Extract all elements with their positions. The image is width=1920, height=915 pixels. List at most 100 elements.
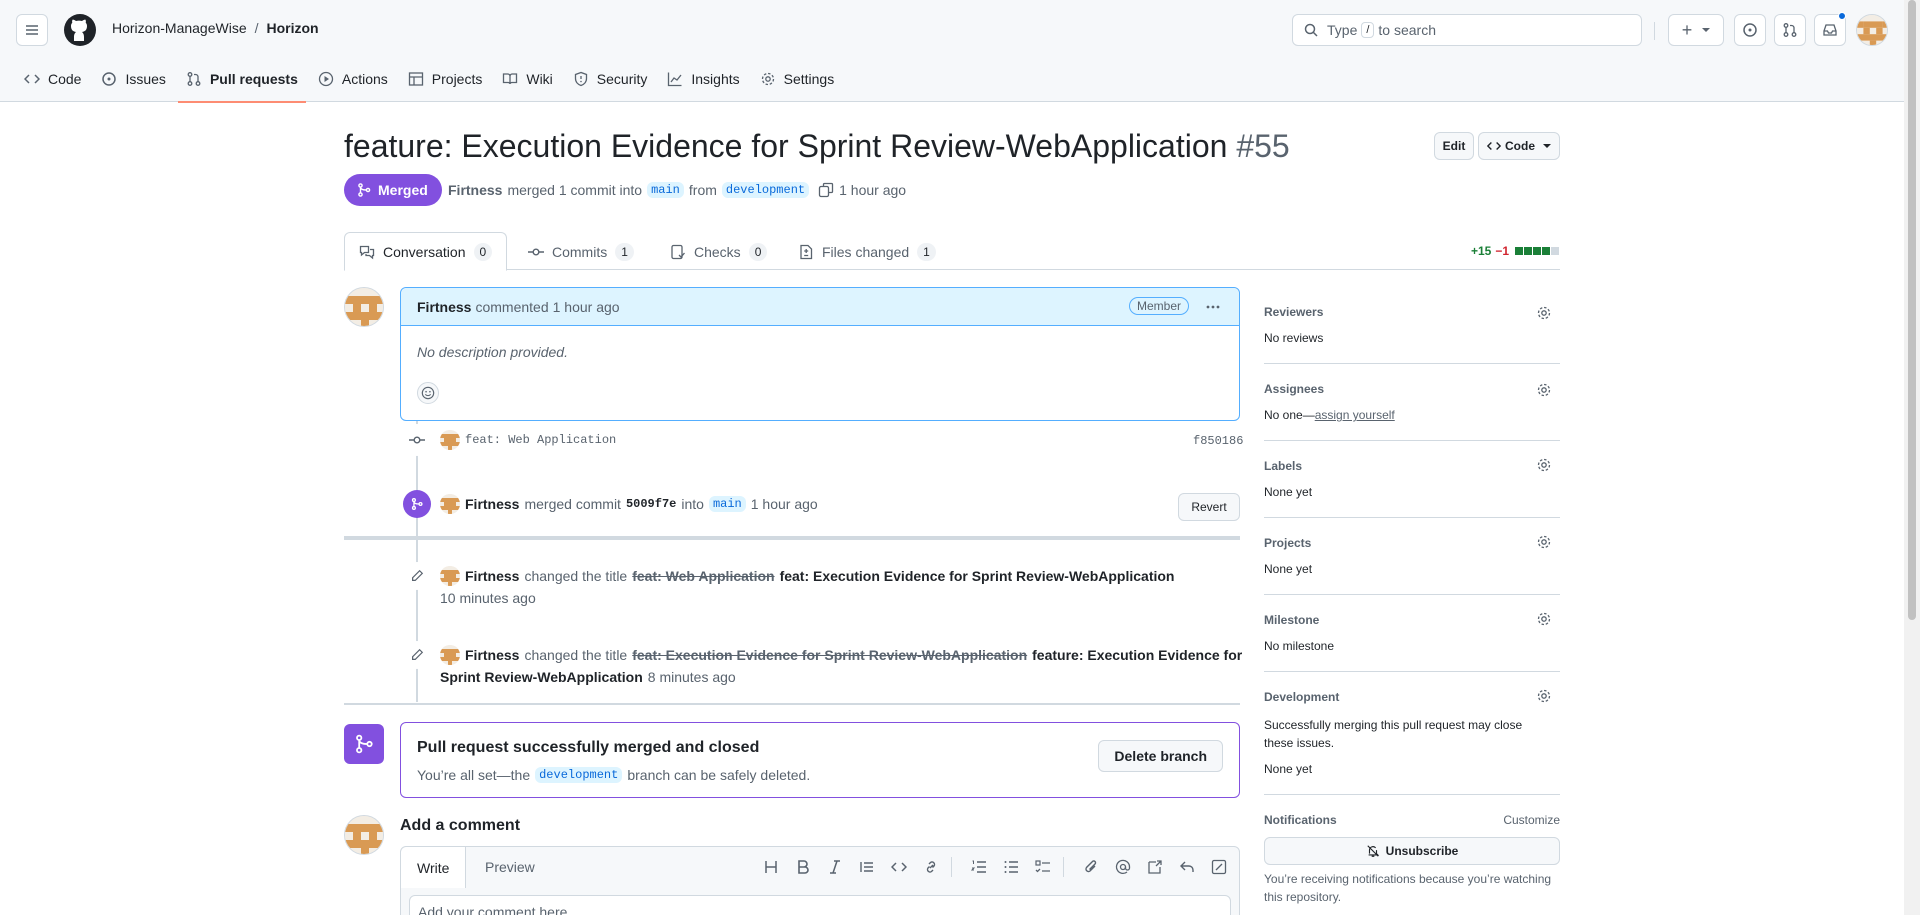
- nav-wiki[interactable]: Wiki: [494, 64, 560, 94]
- comment-author-avatar[interactable]: [344, 287, 384, 327]
- comment-discussion-icon: [359, 245, 375, 259]
- labels-heading[interactable]: Labels: [1264, 459, 1302, 473]
- gear-icon[interactable]: [1536, 457, 1552, 473]
- diff-stat[interactable]: +15 −1: [1471, 244, 1560, 258]
- merge-time[interactable]: 1 hour ago: [751, 496, 818, 512]
- comment-textarea[interactable]: Add your comment here...: [409, 895, 1231, 915]
- smiley-icon: [421, 386, 435, 400]
- gear-icon[interactable]: [1536, 534, 1552, 550]
- delete-branch-button[interactable]: Delete branch: [1098, 740, 1223, 772]
- commit-author-avatar[interactable]: [440, 430, 460, 450]
- kebab-horizontal-icon[interactable]: [1205, 299, 1221, 315]
- write-tab[interactable]: Write: [401, 847, 467, 888]
- base-branch[interactable]: main: [647, 182, 684, 198]
- add-reaction-button[interactable]: [417, 382, 439, 404]
- scrollbar-thumb[interactable]: [1908, 0, 1916, 620]
- ordered-list-icon[interactable]: [971, 859, 987, 875]
- projects-heading[interactable]: Projects: [1264, 536, 1311, 550]
- merge-branch[interactable]: main: [708, 496, 746, 512]
- file-diff-icon: [800, 244, 813, 259]
- nav-pull-requests[interactable]: Pull requests: [177, 64, 306, 103]
- bold-icon[interactable]: [795, 859, 811, 875]
- rename-author-avatar[interactable]: [440, 566, 460, 586]
- diff-blocks: [1515, 247, 1560, 255]
- tab-conversation[interactable]: Conversation 0: [344, 232, 508, 271]
- unordered-list-icon[interactable]: [1003, 859, 1019, 875]
- page-scrollbar[interactable]: [1904, 0, 1920, 915]
- milestone-heading[interactable]: Milestone: [1264, 613, 1319, 627]
- code-icon[interactable]: [891, 859, 907, 875]
- identicon-icon: [440, 645, 460, 665]
- rename-author[interactable]: Firtness: [465, 568, 519, 584]
- nav-settings[interactable]: Settings: [752, 64, 843, 94]
- development-value: None yet: [1264, 762, 1313, 776]
- hamburger-menu-button[interactable]: [16, 14, 48, 46]
- development-heading[interactable]: Development: [1264, 690, 1339, 704]
- nav-actions[interactable]: Actions: [310, 64, 396, 94]
- assignees-none: No one—: [1264, 408, 1315, 422]
- tab-commits[interactable]: Commits 1: [514, 232, 648, 271]
- quote-icon[interactable]: [859, 859, 875, 875]
- additions-count: +15: [1470, 244, 1492, 258]
- current-user-avatar[interactable]: [344, 815, 384, 855]
- commit-message-link[interactable]: feat: Web Application: [465, 433, 616, 447]
- fullscreen-icon[interactable]: [1211, 859, 1227, 875]
- italic-icon[interactable]: [827, 859, 843, 875]
- nav-code[interactable]: Code: [16, 64, 89, 94]
- edit-title-button[interactable]: Edit: [1434, 132, 1474, 160]
- merged-branch[interactable]: development: [535, 767, 623, 783]
- comment-time[interactable]: 1 hour ago: [553, 299, 620, 315]
- repo-owner-link[interactable]: Horizon-ManageWise: [112, 20, 247, 36]
- rename-author-avatar[interactable]: [440, 645, 460, 665]
- commit-sha-link[interactable]: f850186: [1193, 434, 1243, 448]
- revert-button[interactable]: Revert: [1178, 493, 1240, 521]
- merge-commit-sha[interactable]: 5009f7e: [626, 497, 676, 511]
- gear-icon[interactable]: [1536, 611, 1552, 627]
- merge-author-avatar[interactable]: [440, 494, 460, 514]
- gear-icon[interactable]: [1536, 688, 1552, 704]
- nav-security[interactable]: Security: [565, 64, 656, 94]
- nav-insights[interactable]: Insights: [659, 64, 747, 94]
- tasklist-icon[interactable]: [1035, 859, 1051, 875]
- copy-icon[interactable]: [818, 182, 834, 198]
- search-input[interactable]: Type / to search: [1292, 14, 1642, 46]
- tab-files-changed[interactable]: Files changed 1: [784, 232, 950, 271]
- heading-icon[interactable]: [763, 859, 779, 875]
- repo-name-link[interactable]: Horizon: [267, 20, 319, 36]
- cross-reference-icon[interactable]: [1147, 859, 1163, 875]
- assignees-value: No one—assign yourself: [1264, 408, 1395, 422]
- reply-icon[interactable]: [1179, 859, 1195, 875]
- nav-code-label: Code: [48, 71, 82, 87]
- link-icon[interactable]: [923, 859, 939, 875]
- rename-author[interactable]: Firtness: [465, 647, 519, 663]
- user-avatar[interactable]: [1856, 14, 1888, 46]
- pull-requests-button[interactable]: [1774, 14, 1806, 46]
- mention-icon[interactable]: [1115, 859, 1131, 875]
- tab-checks[interactable]: Checks 0: [656, 232, 781, 271]
- gear-icon[interactable]: [1536, 305, 1552, 321]
- nav-projects[interactable]: Projects: [400, 64, 491, 94]
- sidebar-reviewers: Reviewers No reviews: [1264, 287, 1560, 364]
- nav-wiki-label: Wiki: [526, 71, 553, 87]
- issues-button[interactable]: [1734, 14, 1766, 46]
- rename-time[interactable]: 10 minutes ago: [440, 590, 536, 606]
- sidebar-labels: Labels None yet: [1264, 441, 1560, 518]
- reviewers-heading[interactable]: Reviewers: [1264, 305, 1323, 319]
- add-comment-title: Add a comment: [400, 817, 521, 834]
- code-dropdown-button[interactable]: Code: [1478, 132, 1560, 160]
- rename-time[interactable]: 8 minutes ago: [648, 669, 736, 685]
- github-logo-icon[interactable]: [64, 14, 96, 46]
- merge-author[interactable]: Firtness: [465, 496, 519, 512]
- nav-issues[interactable]: Issues: [93, 64, 173, 94]
- pr-author-link[interactable]: Firtness: [448, 182, 502, 198]
- preview-tab[interactable]: Preview: [469, 847, 551, 887]
- gear-icon[interactable]: [1536, 382, 1552, 398]
- customize-link[interactable]: Customize: [1503, 813, 1560, 827]
- assignees-heading[interactable]: Assignees: [1264, 382, 1324, 396]
- comment-author[interactable]: Firtness: [417, 299, 471, 315]
- unsubscribe-button[interactable]: Unsubscribe: [1264, 837, 1560, 865]
- paperclip-icon[interactable]: [1083, 859, 1099, 875]
- create-new-button[interactable]: +: [1668, 14, 1724, 46]
- assign-yourself-link[interactable]: assign yourself: [1315, 408, 1395, 422]
- head-branch[interactable]: development: [721, 182, 810, 198]
